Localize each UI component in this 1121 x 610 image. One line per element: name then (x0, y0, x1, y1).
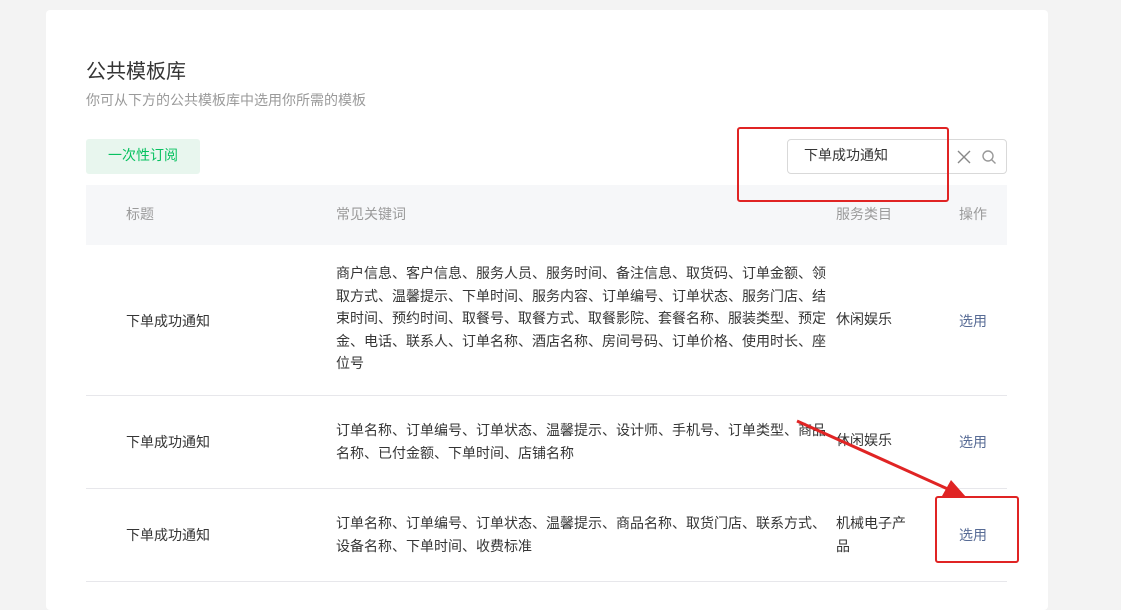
row-category: 休闲娱乐 (836, 312, 892, 328)
select-button[interactable]: 选用 (959, 311, 987, 331)
select-highlight-box (935, 496, 1019, 563)
page-subtitle: 你可从下方的公共模板库中选用你所需的模板 (86, 93, 366, 109)
template-library-card: 公共模板库 你可从下方的公共模板库中选用你所需的模板 一次性订阅 下单成功通知 … (46, 10, 1048, 610)
row-title: 下单成功通知 (126, 435, 210, 451)
header-title: 标题 (126, 207, 154, 223)
table-row: 下单成功通知 商户信息、客户信息、服务人员、服务时间、备注信息、取货码、订单金额… (86, 245, 1007, 396)
row-title: 下单成功通知 (126, 528, 210, 544)
row-category: 机械电子产品 (836, 516, 906, 555)
row-category: 休闲娱乐 (836, 433, 892, 449)
table-row: 下单成功通知 订单名称、订单编号、订单状态、温馨提示、商品名称、取货门店、联系方… (86, 489, 1007, 582)
tab-one-time-subscription[interactable]: 一次性订阅 (86, 139, 200, 174)
row-keywords: 商户信息、客户信息、服务人员、服务时间、备注信息、取货码、订单金额、领取方式、温… (336, 266, 826, 372)
search-icon[interactable] (981, 149, 997, 165)
row-keywords: 订单名称、订单编号、订单状态、温馨提示、商品名称、取货门店、联系方式、设备名称、… (336, 516, 826, 555)
row-title: 下单成功通知 (126, 314, 210, 330)
header-action: 操作 (959, 207, 987, 223)
row-keywords: 订单名称、订单编号、订单状态、温馨提示、设计师、手机号、订单类型、商品名称、已付… (336, 423, 826, 462)
page-title: 公共模板库 (86, 59, 186, 83)
select-button[interactable]: 选用 (959, 432, 987, 452)
search-highlight-box (737, 127, 949, 202)
header-keywords: 常见关键词 (336, 207, 406, 223)
table-row: 下单成功通知 订单名称、订单编号、订单状态、温馨提示、设计师、手机号、订单类型、… (86, 396, 1007, 489)
clear-icon[interactable] (956, 149, 972, 165)
